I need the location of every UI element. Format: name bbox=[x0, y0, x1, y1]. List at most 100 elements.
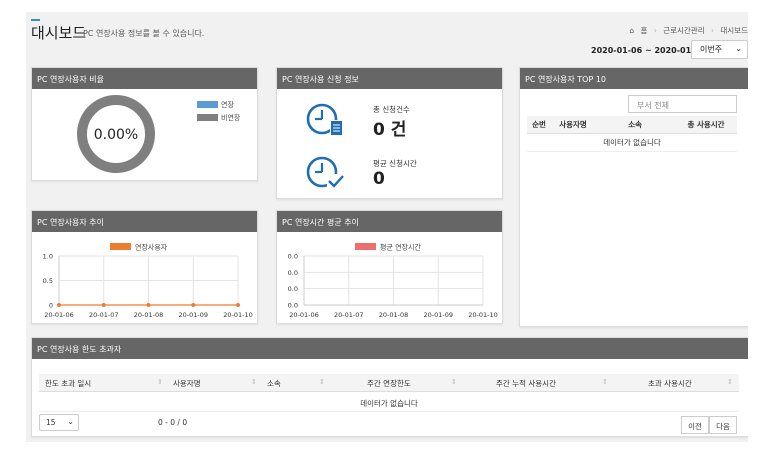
y-tick-label: 1.0 bbox=[43, 253, 53, 261]
top10-panel: PC 연장사용자 TOP 10 부서 전체 순번 사용자명 소속 총 사용시간 … bbox=[519, 67, 748, 327]
col-department[interactable]: 소속 bbox=[267, 378, 281, 389]
legend-swatch bbox=[110, 243, 131, 250]
x-tick-label: 20-01-09 bbox=[178, 311, 208, 319]
y-tick-label: 0.0 bbox=[288, 269, 298, 277]
col-user-name[interactable]: 사용자명 bbox=[551, 116, 595, 134]
col-total-time[interactable]: 총 사용시간 bbox=[675, 116, 737, 134]
sort-icon[interactable]: ⇕ bbox=[251, 378, 257, 386]
y-tick-label: 0.0 bbox=[288, 285, 298, 293]
breadcrumb-dashboard: 대시보드 bbox=[720, 26, 748, 35]
dashboard-page: 대시보드 PC 연장사용 정보를 볼 수 있습니다. ⌂ 홈 › 근로시간관리 … bbox=[26, 12, 748, 442]
chart-legend: 평균 연장시간 bbox=[355, 243, 421, 252]
x-tick-label: 20-01-07 bbox=[334, 311, 364, 319]
y-tick-label: 0 bbox=[49, 302, 53, 310]
page-subtitle: PC 연장사용 정보를 볼 수 있습니다. bbox=[83, 29, 205, 38]
chevron-down-icon: ⌄ bbox=[67, 417, 74, 426]
date-range: 2020-01-06 ~ 2020-01-10 bbox=[591, 46, 706, 55]
chevron-right-icon: › bbox=[711, 26, 714, 35]
top10-table: 순번 사용자명 소속 총 사용시간 데이터가 없습니다 bbox=[527, 116, 737, 152]
legend-label: 평균 연장시간 bbox=[380, 243, 421, 252]
trend-avg-panel: PC 연장시간 평균 추이 평균 연장시간 0.0 0.0 0.0 0.0 20-01-0… bbox=[276, 210, 503, 324]
legend-extended-label: 연장 bbox=[221, 101, 234, 109]
data-point bbox=[57, 303, 61, 307]
sort-icon[interactable]: ⇕ bbox=[451, 378, 457, 386]
top10-panel-title: PC 연장사용자 TOP 10 bbox=[520, 68, 748, 89]
home-icon[interactable]: ⌂ bbox=[629, 26, 634, 35]
legend-swatch-extended bbox=[197, 101, 218, 108]
y-tick-label: 0.0 bbox=[288, 253, 298, 261]
legend-swatch-non-extended bbox=[197, 114, 218, 121]
department-filter-input[interactable]: 부서 전체 bbox=[628, 95, 737, 113]
period-select[interactable]: 이번주 ⌄ bbox=[691, 40, 748, 59]
donut-value: 0.00% bbox=[94, 127, 138, 143]
avg-time-label: 평균 신청시간 bbox=[373, 159, 417, 168]
col-weekly-limit[interactable]: 주간 연장한도 bbox=[367, 378, 411, 389]
data-point bbox=[236, 303, 240, 307]
data-point bbox=[191, 303, 196, 307]
chevron-right-icon: › bbox=[653, 26, 657, 35]
legend-extended: 연장 bbox=[197, 100, 234, 110]
empty-message: 데이터가 없습니다 bbox=[527, 133, 737, 152]
trend-avg-chart: 평균 연장시간0.00.00.00.020-01-06 20-01-07 20-01… bbox=[288, 243, 498, 320]
trend-avg-panel-title: PC 연장시간 평균 추이 bbox=[277, 211, 502, 232]
document-clock-icon bbox=[306, 103, 343, 136]
limit-exceed-panel-title: PC 연장사용 한도 초과자 bbox=[32, 338, 748, 359]
trend-users-panel-title: PC 연장사용자 추이 bbox=[32, 211, 257, 232]
application-panel-title: PC 연장사용 신청 정보 bbox=[277, 68, 502, 89]
x-tick-label: 20-01-08 bbox=[379, 311, 409, 319]
empty-message: 데이터가 없습니다 bbox=[39, 394, 739, 412]
y-tick-label: 0.5 bbox=[43, 277, 53, 285]
total-applications-label: 총 신청건수 bbox=[373, 105, 410, 114]
clock-check-icon bbox=[306, 156, 344, 189]
x-tick-label: 20-01-10 bbox=[223, 311, 253, 319]
total-applications-value: 0 건 bbox=[373, 120, 407, 140]
chart-legend: 연장사용자 bbox=[110, 243, 168, 252]
col-rank[interactable]: 순번 bbox=[527, 116, 551, 134]
legend-non-extended: 비연장 bbox=[197, 113, 240, 123]
table-row: 데이터가 없습니다 bbox=[527, 133, 737, 152]
x-tick-label: 20-01-06 bbox=[44, 311, 74, 319]
sort-icon[interactable]: ⇕ bbox=[157, 378, 163, 386]
col-weekly-accumulated[interactable]: 주간 누적 사용시간 bbox=[496, 378, 556, 389]
y-tick-label: 0.0 bbox=[288, 302, 298, 310]
title-bar: 대시보드 PC 연장사용 정보를 볼 수 있습니다. ⌂ 홈 › 근로시간관리 … bbox=[26, 12, 748, 72]
title-accent bbox=[31, 19, 40, 21]
ratio-panel: PC 연장사용자 비율 0.00% 연장 비연장 bbox=[31, 67, 258, 181]
col-user-name[interactable]: 사용자명 bbox=[173, 378, 201, 389]
period-select-value: 이번주 bbox=[700, 45, 723, 54]
sort-icon[interactable]: ⇕ bbox=[319, 378, 325, 386]
x-tick-label: 20-01-08 bbox=[134, 311, 164, 319]
col-exceed-datetime[interactable]: 한도 초과 일시 bbox=[45, 378, 91, 389]
data-point bbox=[101, 303, 106, 307]
sort-icon[interactable]: ⇕ bbox=[602, 378, 608, 386]
breadcrumb-home[interactable]: 홈 bbox=[641, 26, 648, 35]
breadcrumb: ⌂ 홈 › 근로시간관리 › 대시보드 bbox=[625, 25, 748, 36]
trend-users-panel: PC 연장사용자 추이 연장사용자 0 0.5 1.0 20-01-06 20-01-07… bbox=[31, 210, 258, 324]
ratio-panel-title: PC 연장사용자 비율 bbox=[32, 68, 257, 89]
page-size-select[interactable]: 15 ⌄ bbox=[39, 414, 79, 431]
breadcrumb-worktime[interactable]: 근로시간관리 bbox=[663, 26, 704, 35]
data-point bbox=[146, 303, 151, 307]
col-exceeded-time[interactable]: 초과 사용시간 bbox=[648, 378, 692, 389]
legend-swatch bbox=[355, 243, 376, 250]
prev-page-button[interactable]: 이전 bbox=[681, 416, 709, 434]
x-tick-label: 20-01-09 bbox=[423, 311, 453, 319]
col-department[interactable]: 소속 bbox=[595, 116, 675, 134]
top10-table-header: 순번 사용자명 소속 총 사용시간 bbox=[527, 116, 737, 134]
page-title: 대시보드 bbox=[31, 24, 87, 42]
sort-icon[interactable]: ⇕ bbox=[727, 378, 733, 386]
x-tick-label: 20-01-06 bbox=[289, 311, 319, 319]
page-size-value: 15 bbox=[46, 418, 56, 427]
limit-exceed-panel: PC 연장사용 한도 초과자 한도 초과 일시 ⇕ 사용자명 ⇕ 소속 ⇕ 주간… bbox=[31, 337, 748, 437]
trend-users-chart: 연장사용자 0 0.5 1.0 20-01-06 20-01-07 20-01-08 20-0… bbox=[43, 243, 253, 320]
avg-time-value: 0 bbox=[373, 169, 385, 189]
legend-label: 연장사용자 bbox=[135, 243, 168, 252]
x-tick-label: 20-01-07 bbox=[89, 311, 119, 319]
pager-info: 0 - 0 / 0 bbox=[158, 418, 188, 427]
limit-table-header: 한도 초과 일시 ⇕ 사용자명 ⇕ 소속 ⇕ 주간 연장한도 ⇕ 주간 누적 사… bbox=[39, 374, 739, 392]
legend-non-extended-label: 비연장 bbox=[221, 114, 241, 122]
application-panel: PC 연장사용 신청 정보 총 신청건수 0 건 평균 신청시간 0 bbox=[276, 67, 503, 199]
chevron-down-icon: ⌄ bbox=[735, 44, 742, 53]
next-page-button[interactable]: 다음 bbox=[709, 416, 737, 434]
x-tick-label: 20-01-10 bbox=[468, 311, 498, 319]
